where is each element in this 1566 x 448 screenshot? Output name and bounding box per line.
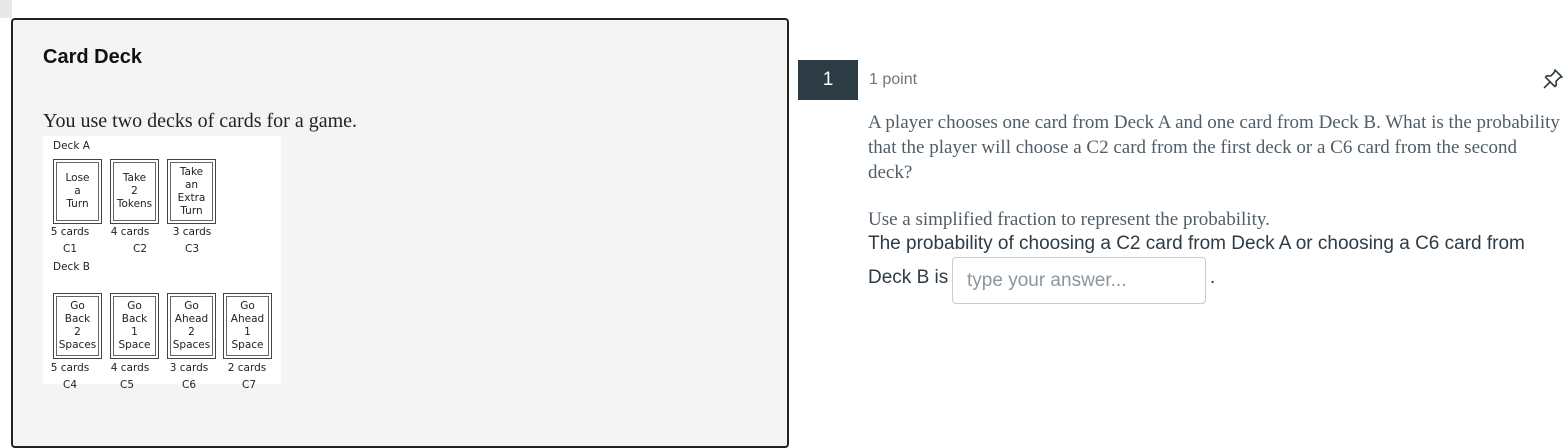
card-c1: Lose a Turn xyxy=(53,159,102,224)
card-c6-code: C6 xyxy=(181,379,196,391)
card-c7-count: 2 cards xyxy=(227,362,267,374)
question-instruction: Use a simplified fraction to represent t… xyxy=(868,209,1270,230)
card-c7-text: Go Ahead 1 Space xyxy=(230,300,265,351)
card-c4-count: 5 cards xyxy=(50,362,90,374)
card-c2: Take 2 Tokens xyxy=(110,159,159,224)
card-c2-count: 4 cards xyxy=(110,226,150,238)
card-c3: Take an Extra Turn xyxy=(167,159,216,224)
card-c5: Go Back 1 Space xyxy=(110,293,159,359)
card-c4-code: C4 xyxy=(62,379,77,391)
card-c5-count: 4 cards xyxy=(110,362,150,374)
deck-a-label: Deck A xyxy=(53,140,90,152)
card-c1-code: C1 xyxy=(62,243,77,255)
card-c5-text: Go Back 1 Space xyxy=(118,300,151,351)
card-c3-text: Take an Extra Turn xyxy=(177,165,206,217)
card-c3-count: 3 cards xyxy=(172,226,212,238)
answer-prompt-line2: Deck B is xyxy=(868,267,949,288)
stimulus-title: Card Deck xyxy=(43,46,142,68)
question-text: A player chooses one card from Deck A an… xyxy=(868,112,1560,183)
stimulus-intro: You use two decks of cards for a game. xyxy=(43,110,358,132)
card-c7-code: C7 xyxy=(241,379,256,391)
card-c1-count: 5 cards xyxy=(50,226,90,238)
card-c6: Go Ahead 2 Spaces xyxy=(167,293,216,359)
deck-illustration: Deck A Lose a Turn Take 2 Tokens Take an… xyxy=(43,136,281,391)
card-c3-code: C3 xyxy=(184,243,199,255)
stimulus-panel: Card Deck You use two decks of cards for… xyxy=(11,18,789,448)
card-c5-code: C5 xyxy=(119,379,134,391)
top-strip xyxy=(0,0,12,18)
answer-suffix: . xyxy=(1210,267,1216,288)
answer-input[interactable] xyxy=(952,257,1206,304)
card-c4-text: Go Back 2 Spaces xyxy=(58,300,97,351)
question-points: 1 point xyxy=(869,71,918,88)
card-c6-count: 3 cards xyxy=(169,362,209,374)
card-c7: Go Ahead 1 Space xyxy=(223,293,272,359)
question-number: 1 xyxy=(798,60,858,100)
card-c2-code: C2 xyxy=(132,243,147,255)
card-c4: Go Back 2 Spaces xyxy=(53,293,102,359)
card-c2-text: Take 2 Tokens xyxy=(116,172,153,210)
card-c6-text: Go Ahead 2 Spaces xyxy=(172,300,211,351)
card-c1-text: Lose a Turn xyxy=(65,172,90,210)
deck-b-label: Deck B xyxy=(53,261,90,273)
answer-prompt-line1: The probability of choosing a C2 card fr… xyxy=(868,233,1525,254)
pin-icon[interactable] xyxy=(1541,67,1565,91)
